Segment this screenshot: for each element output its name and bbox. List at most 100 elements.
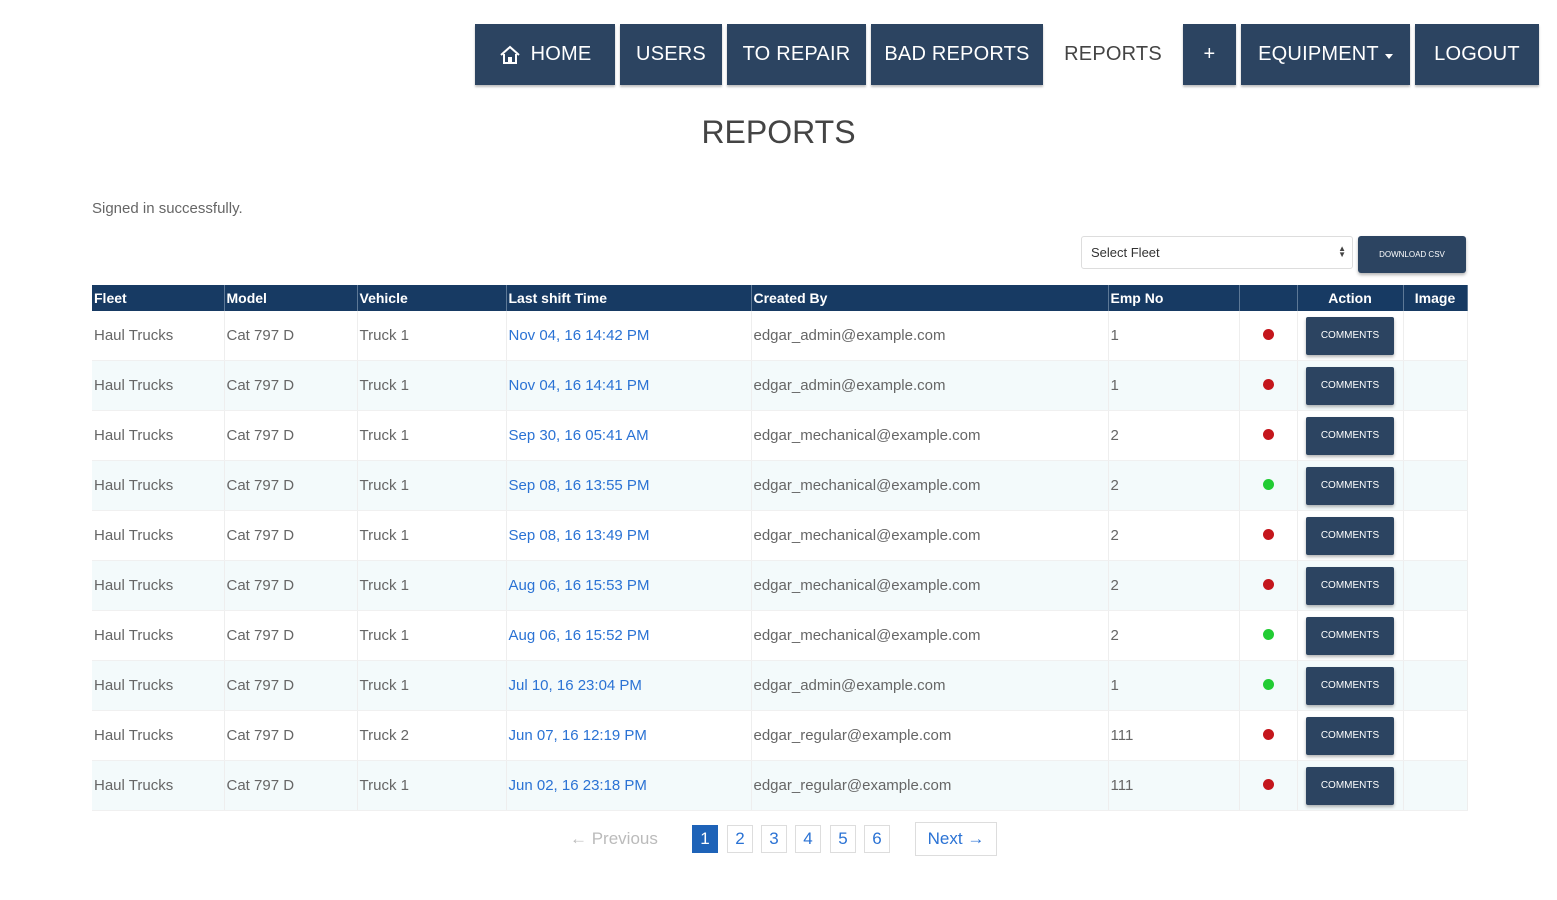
pagination: ← Previous 1 2 3 4 5 6 Next → [0,822,1557,856]
main-nav: HOME USERS TO REPAIR BAD REPORTS REPORTS… [475,24,1539,85]
download-csv-button[interactable]: DOWNLOAD CSV [1358,236,1466,273]
cell-image [1403,560,1468,611]
cell-time-link[interactable]: Sep 30, 16 05:41 AM [506,410,752,461]
flash-message: Signed in successfully. [92,200,243,217]
cell-model: Cat 797 D [224,360,358,411]
cell-model: Cat 797 D [224,660,358,711]
cell-image [1403,510,1468,561]
cell-created-by: edgar_admin@example.com [751,311,1109,361]
nav-to-repair[interactable]: TO REPAIR [727,24,866,85]
cell-image [1403,710,1468,761]
table-row: Haul Trucks Cat 797 D Truck 1 Aug 06, 16 15… [92,610,1468,661]
pagination-previous[interactable]: ← Previous [570,829,658,849]
cell-time-link[interactable]: Sep 08, 16 13:55 PM [506,460,752,511]
cell-time-link[interactable]: Aug 06, 16 15:53 PM [506,560,752,611]
cell-status [1239,410,1298,461]
cell-time-link[interactable]: Jul 10, 16 23:04 PM [506,660,752,711]
cell-status [1239,560,1298,611]
comments-button[interactable]: COMMENTS [1306,466,1394,505]
cell-time-link[interactable]: Jun 07, 16 12:19 PM [506,710,752,761]
nav-home[interactable]: HOME [475,24,615,85]
nav-equipment-label: EQUIPMENT [1258,43,1379,65]
nav-users[interactable]: USERS [620,24,722,85]
cell-image [1403,410,1468,461]
page-link-6[interactable]: 6 [864,825,890,853]
cell-vehicle: Truck 1 [357,560,507,611]
table-row: Haul Trucks Cat 797 D Truck 1 Sep 30, 16 05… [92,410,1468,461]
home-icon [499,45,520,64]
nav-logout[interactable]: LOGOUT [1415,24,1539,85]
cell-time-link[interactable]: Nov 04, 16 14:41 PM [506,360,752,411]
cell-emp-no: 2 [1108,610,1240,661]
col-model[interactable]: Model [224,285,358,311]
col-created-by[interactable]: Created By [751,285,1109,311]
comments-button[interactable]: COMMENTS [1306,716,1394,755]
comments-button[interactable]: COMMENTS [1306,666,1394,705]
comments-button[interactable]: COMMENTS [1306,416,1394,455]
page-link-5[interactable]: 5 [830,825,856,853]
status-dot-icon [1262,579,1274,590]
col-vehicle[interactable]: Vehicle [357,285,507,311]
nav-plus[interactable]: + [1183,24,1236,85]
cell-action: COMMENTS [1297,760,1404,811]
page-link-4[interactable]: 4 [795,825,821,853]
table-row: Haul Trucks Cat 797 D Truck 1 Aug 06, 16 15… [92,560,1468,611]
nav-reports[interactable]: REPORTS [1048,24,1178,85]
page-link-2[interactable]: 2 [727,825,753,853]
cell-status [1239,710,1298,761]
col-image: Image [1403,285,1468,311]
cell-created-by: edgar_mechanical@example.com [751,510,1109,561]
col-fleet[interactable]: Fleet [92,285,225,311]
cell-created-by: edgar_admin@example.com [751,360,1109,411]
cell-image [1403,660,1468,711]
table-row: Haul Trucks Cat 797 D Truck 1 Nov 04, 16 14… [92,360,1468,411]
cell-emp-no: 111 [1108,710,1240,761]
cell-created-by: edgar_regular@example.com [751,760,1109,811]
comments-button[interactable]: COMMENTS [1306,516,1394,555]
comments-button[interactable]: COMMENTS [1306,316,1394,355]
cell-fleet: Haul Trucks [92,560,225,611]
cell-time-link[interactable]: Nov 04, 16 14:42 PM [506,311,752,361]
cell-emp-no: 1 [1108,360,1240,411]
cell-image [1403,760,1468,811]
comments-button[interactable]: COMMENTS [1306,616,1394,655]
fleet-select[interactable]: Select Fleet ▲ ▼ [1081,236,1353,269]
cell-action: COMMENTS [1297,311,1404,361]
cell-created-by: edgar_admin@example.com [751,660,1109,711]
cell-action: COMMENTS [1297,410,1404,461]
page-link-1[interactable]: 1 [692,825,718,853]
pagination-next[interactable]: Next → [915,822,997,856]
cell-image [1403,360,1468,411]
nav-bad-reports[interactable]: BAD REPORTS [871,24,1043,85]
table-row: Haul Trucks Cat 797 D Truck 1 Nov 04, 16 14… [92,311,1468,361]
col-emp-no[interactable]: Emp No [1108,285,1240,311]
cell-vehicle: Truck 1 [357,360,507,411]
nav-equipment[interactable]: EQUIPMENT [1241,24,1410,85]
cell-vehicle: Truck 1 [357,510,507,561]
page-link-3[interactable]: 3 [761,825,787,853]
cell-model: Cat 797 D [224,311,358,361]
comments-button[interactable]: COMMENTS [1306,766,1394,805]
comments-button[interactable]: COMMENTS [1306,566,1394,605]
cell-status [1239,510,1298,561]
comments-button[interactable]: COMMENTS [1306,366,1394,405]
cell-action: COMMENTS [1297,710,1404,761]
cell-emp-no: 2 [1108,460,1240,511]
cell-fleet: Haul Trucks [92,610,225,661]
page-title: REPORTS [701,114,856,150]
cell-emp-no: 2 [1108,510,1240,561]
cell-emp-no: 1 [1108,311,1240,361]
cell-fleet: Haul Trucks [92,710,225,761]
col-last-shift-time[interactable]: Last shift Time [506,285,752,311]
status-dot-icon [1262,529,1274,540]
cell-time-link[interactable]: Jun 02, 16 23:18 PM [506,760,752,811]
cell-time-link[interactable]: Sep 08, 16 13:49 PM [506,510,752,561]
status-dot-icon [1262,729,1274,740]
cell-vehicle: Truck 1 [357,660,507,711]
cell-created-by: edgar_mechanical@example.com [751,460,1109,511]
cell-time-link[interactable]: Aug 06, 16 15:52 PM [506,610,752,661]
cell-action: COMMENTS [1297,360,1404,411]
table-row: Haul Trucks Cat 797 D Truck 1 Jun 02, 16 23… [92,760,1468,811]
cell-created-by: edgar_regular@example.com [751,710,1109,761]
cell-model: Cat 797 D [224,760,358,811]
